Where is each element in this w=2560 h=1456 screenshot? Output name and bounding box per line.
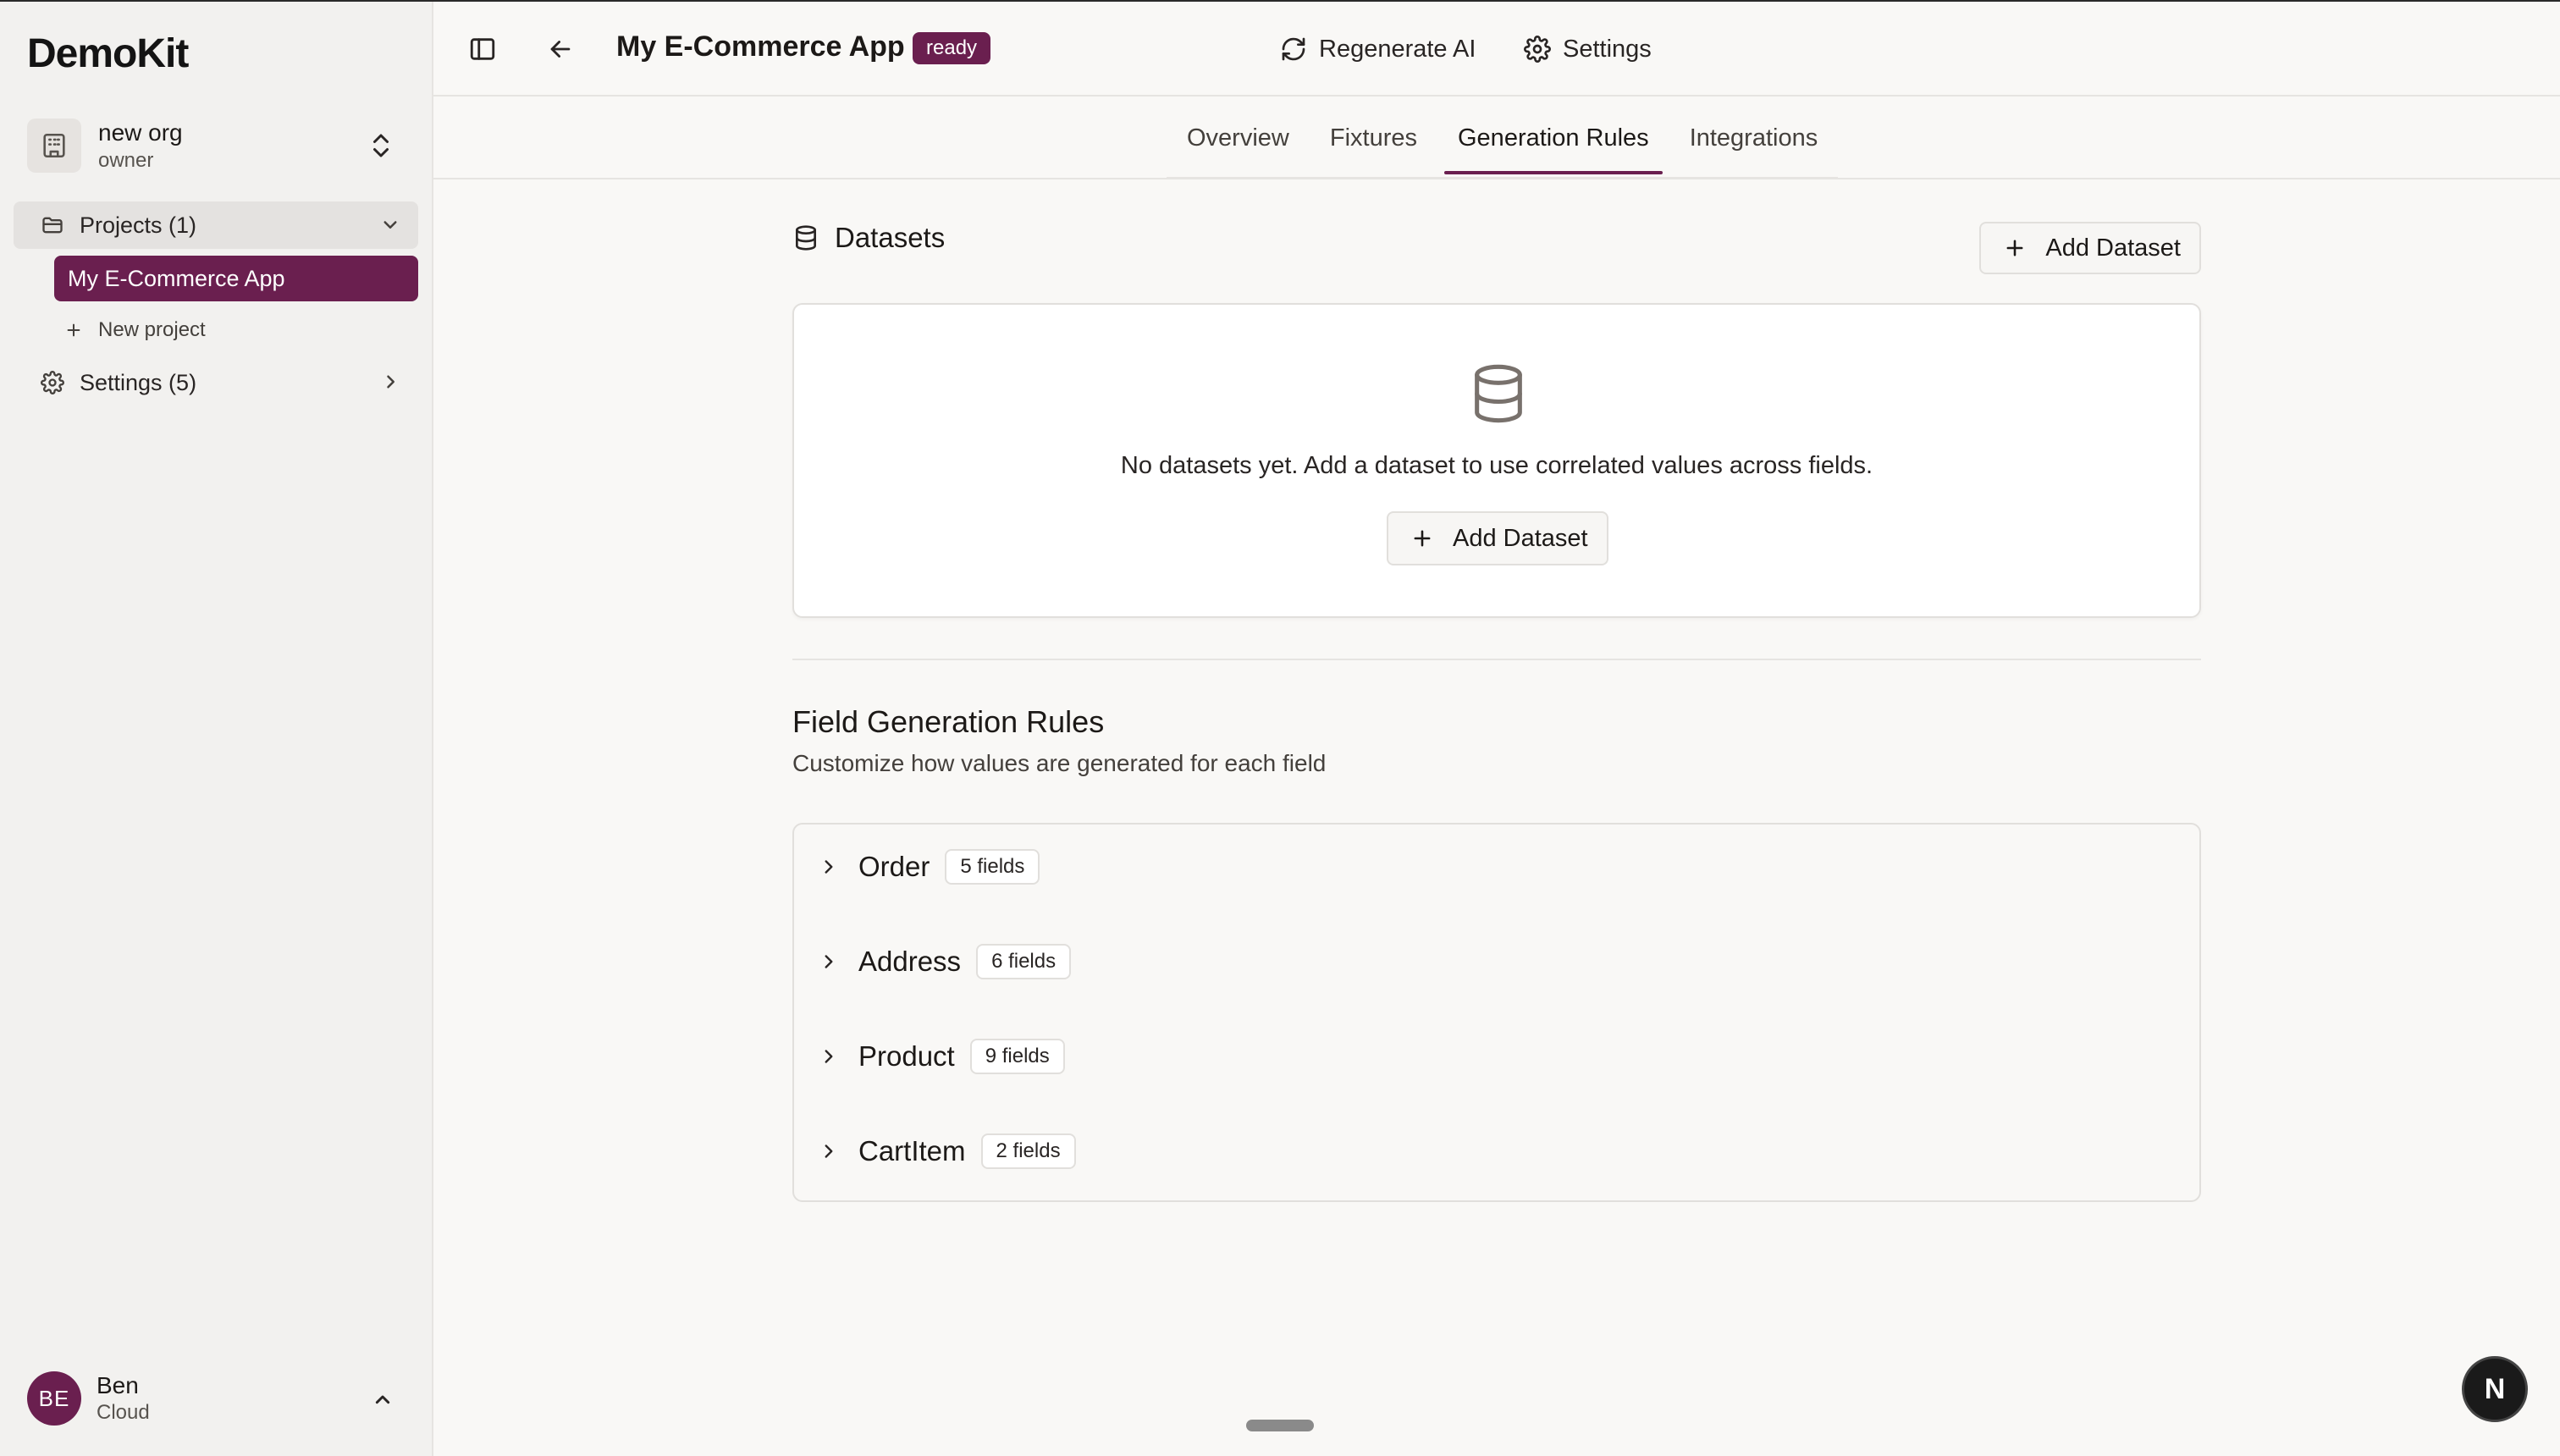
rule-name: CartItem [858,1135,966,1166]
rules-subtitle: Customize how values are generated for e… [792,750,1327,776]
rules-title: Field Generation Rules [792,704,1105,739]
rules-list: Order 5 fields Address 6 fields Product … [792,823,2201,1202]
sidebar-toggle-button[interactable] [462,29,503,69]
field-count-badge: 6 fields [976,944,1072,979]
arrow-left-icon [546,35,575,63]
sidebar-item-label: Settings (5) [80,369,197,395]
panel-left-icon [468,35,497,63]
field-count-badge: 2 fields [980,1133,1076,1169]
user-plan: Cloud [97,1401,150,1424]
rule-row-order[interactable]: Order 5 fields [818,843,1040,891]
settings-label: Settings [1563,35,1652,63]
gear-icon [1524,36,1551,63]
page-title: My E-Commerce App [616,30,905,63]
chevron-right-icon [818,1045,840,1067]
app-window: DemoKit new org owner Projects (1) My E-… [0,0,2560,1456]
sidebar-item-active-project[interactable]: My E-Commerce App [54,256,418,301]
chevrons-up-down-icon [366,129,396,163]
plus-icon [1410,527,1434,550]
field-count-badge: 5 fields [945,849,1040,885]
rule-name: Address [858,946,962,977]
chevron-right-icon [818,856,840,878]
rule-name: Order [858,851,930,882]
main-panel: My E-Commerce App ready Regenerate AI Se… [433,2,2560,1456]
plus-icon [2003,236,2027,260]
datasets-empty-state: No datasets yet. Add a dataset to use co… [792,303,2201,618]
settings-button[interactable]: Settings [1524,30,1652,68]
chevron-right-icon [818,951,840,973]
add-dataset-label: Add Dataset [2045,234,2181,262]
tab-fixtures[interactable]: Fixtures [1310,97,1437,179]
section-divider [792,659,2201,660]
tab-generation-rules[interactable]: Generation Rules [1437,97,1669,179]
new-project-label: New project [98,318,206,341]
add-dataset-button[interactable]: Add Dataset [1979,222,2201,274]
rule-row-product[interactable]: Product 9 fields [818,1033,1065,1080]
org-switcher[interactable]: new org owner [14,110,420,181]
add-dataset-label: Add Dataset [1453,524,1588,552]
top-bar: My E-Commerce App ready Regenerate AI Se… [433,2,2560,97]
dev-tools-badge[interactable]: N [2462,1356,2528,1422]
chevron-right-icon [818,1140,840,1162]
gear-icon [39,369,66,396]
org-role: owner [98,149,154,172]
user-menu[interactable]: BE Ben Cloud [14,1365,420,1432]
empty-state-text: No datasets yet. Add a dataset to use co… [1120,452,1873,479]
rule-row-address[interactable]: Address 6 fields [818,938,1072,985]
datasets-title: Datasets [835,222,946,253]
regenerate-ai-label: Regenerate AI [1319,35,1476,63]
datasets-heading: Datasets [792,222,945,254]
rule-name: Product [858,1040,955,1072]
database-icon [1466,359,1531,428]
back-button[interactable] [540,29,581,69]
sidebar-item-settings[interactable]: Settings (5) [14,359,418,406]
brand-logo: DemoKit [27,31,189,76]
chevron-right-icon [378,369,403,394]
tab-integrations[interactable]: Integrations [1669,97,1839,179]
sidebar-item-projects[interactable]: Projects (1) [14,201,418,249]
resize-handle[interactable] [1246,1420,1314,1431]
plus-icon [64,321,83,339]
avatar: BE [27,1371,81,1426]
building-icon [27,119,81,173]
sidebar-item-label: Projects (1) [80,212,197,238]
sidebar: DemoKit new org owner Projects (1) My E-… [0,2,433,1456]
user-name: Ben [97,1372,139,1398]
new-project-button[interactable]: New project [64,312,206,349]
regenerate-ai-button[interactable]: Regenerate AI [1280,30,1476,68]
folder-icon [39,212,66,239]
chevron-down-icon [378,212,403,237]
refresh-icon [1280,36,1307,63]
database-icon [792,223,819,252]
add-dataset-empty-button[interactable]: Add Dataset [1387,511,1608,565]
tab-overview[interactable]: Overview [1167,97,1310,179]
chevron-up-icon [369,1387,396,1414]
rule-row-cartitem[interactable]: CartItem 2 fields [818,1128,1076,1175]
field-count-badge: 9 fields [969,1039,1065,1074]
org-name: new org [98,119,183,146]
tab-bar: Overview Fixtures Generation Rules Integ… [433,97,2560,179]
status-badge: ready [913,32,991,64]
